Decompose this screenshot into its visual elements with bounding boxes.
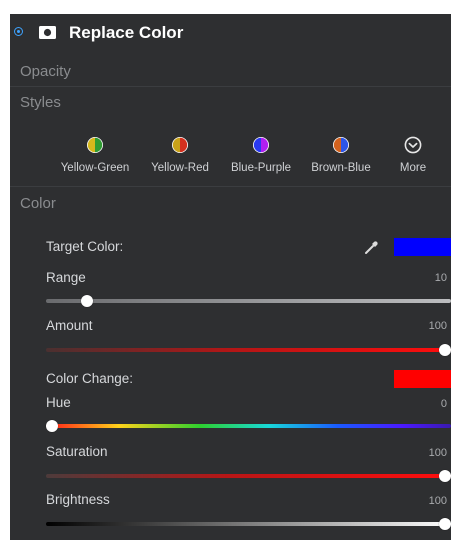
brightness-value: 100 [428, 495, 447, 507]
range-value: 10 [434, 272, 447, 284]
style-yellow-red[interactable]: Yellow-Red [135, 136, 225, 174]
section-divider [10, 186, 451, 187]
section-color-label[interactable]: Color [20, 195, 56, 212]
style-more[interactable]: More [368, 136, 451, 174]
change-color-swatch[interactable] [394, 370, 451, 388]
style-yellow-green[interactable]: Yellow-Green [50, 136, 140, 174]
saturation-slider-thumb[interactable] [439, 470, 451, 482]
amount-slider-thumb[interactable] [439, 344, 451, 356]
amount-slider-track[interactable] [46, 348, 451, 352]
panel-header[interactable]: Replace Color [10, 14, 451, 52]
section-divider [10, 86, 451, 87]
hue-slider-thumb[interactable] [46, 420, 58, 432]
eyedropper-icon[interactable] [364, 241, 378, 255]
range-slider-thumb[interactable] [80, 295, 93, 307]
yellow-green-swatch-icon [87, 137, 103, 153]
brightness-slider-track[interactable] [46, 522, 451, 526]
brightness-label: Brightness [46, 492, 110, 507]
amount-label: Amount [46, 318, 93, 333]
blue-purple-swatch-icon [253, 137, 269, 153]
section-opacity-label[interactable]: Opacity [20, 63, 71, 80]
hue-label: Hue [46, 395, 71, 410]
target-color-label: Target Color: [46, 239, 124, 254]
style-blue-purple[interactable]: Blue-Purple [216, 136, 306, 174]
saturation-value: 100 [428, 447, 447, 459]
range-slider-track[interactable] [46, 299, 451, 303]
brightness-slider-thumb[interactable] [439, 518, 451, 530]
layer-mask-icon [39, 26, 56, 39]
color-change-label: Color Change: [46, 371, 134, 386]
yellow-red-swatch-icon [172, 137, 188, 153]
hue-value: 0 [440, 398, 447, 410]
section-styles-label[interactable]: Styles [20, 94, 61, 111]
style-label: More [399, 162, 427, 174]
target-color-swatch[interactable] [394, 238, 451, 256]
hue-slider-track[interactable] [46, 424, 451, 428]
panel-title: Replace Color [69, 23, 184, 42]
amount-value: 100 [428, 320, 447, 332]
saturation-slider-track[interactable] [46, 474, 451, 478]
chevron-down-circle-icon [404, 136, 422, 154]
active-radio-icon[interactable] [14, 27, 23, 36]
range-label: Range [46, 270, 86, 285]
brown-blue-swatch-icon [333, 137, 349, 153]
style-label: Yellow-Green [60, 162, 130, 174]
style-label: Yellow-Red [151, 162, 209, 174]
style-label: Blue-Purple [230, 162, 292, 174]
saturation-label: Saturation [46, 444, 108, 459]
replace-color-panel: Replace Color Opacity Styles Yellow-Gree… [10, 14, 451, 540]
